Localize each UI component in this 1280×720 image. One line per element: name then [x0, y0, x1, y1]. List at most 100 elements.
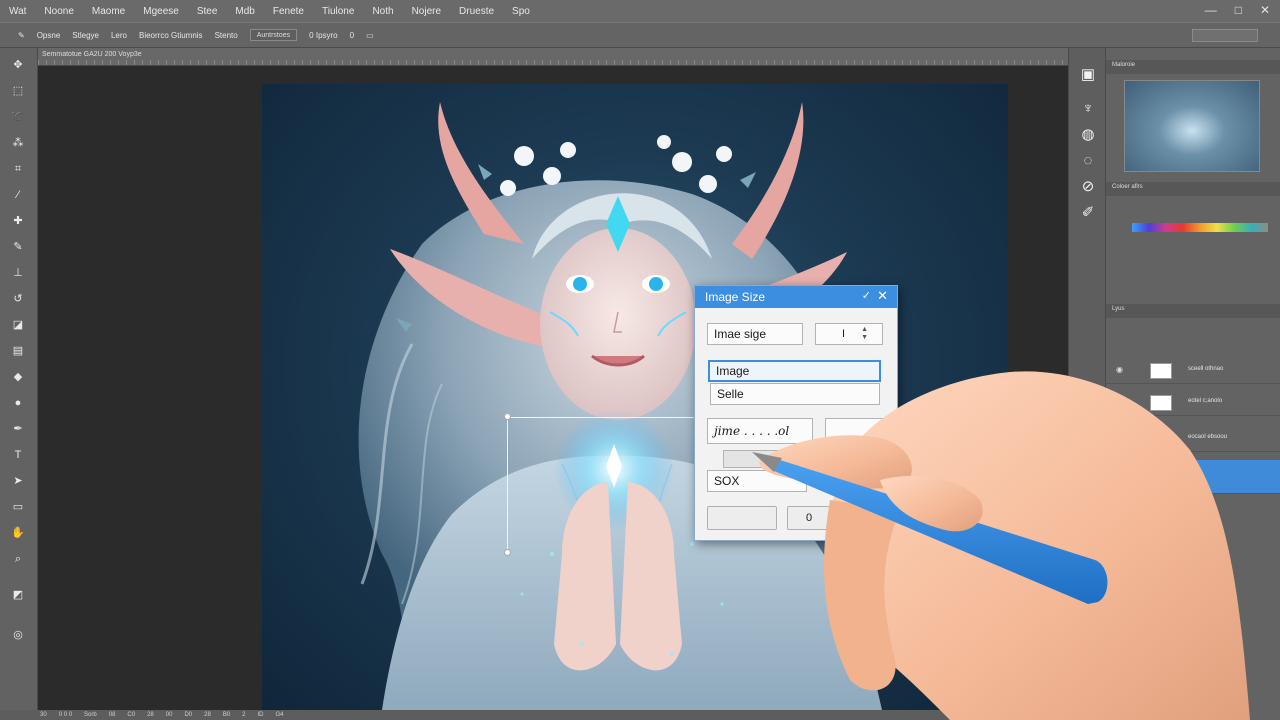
- menu-item-maome[interactable]: Maome: [83, 6, 134, 17]
- stepper-arrows-icon[interactable]: ▲ ▼: [861, 326, 868, 342]
- brush-settings-icon[interactable]: ✐: [1079, 204, 1097, 222]
- pen-icon[interactable]: ✒: [10, 422, 26, 436]
- blur-icon[interactable]: ◆: [10, 370, 26, 384]
- dialog-titlebar[interactable]: Image Size ✓ ✕: [695, 286, 897, 308]
- window-controls: — □ ✕: [1205, 3, 1270, 17]
- menu-item-mgeese[interactable]: Mgeese: [134, 6, 188, 17]
- brush-icon[interactable]: ✎: [10, 240, 26, 254]
- cancel-button[interactable]: [707, 506, 777, 530]
- marquee-icon[interactable]: ⬚: [10, 84, 26, 98]
- menu-item-fenete[interactable]: Fenete: [264, 6, 313, 17]
- horizontal-ruler: [38, 60, 1068, 65]
- path-select-icon[interactable]: ➤: [10, 474, 26, 488]
- options-bar: ✎ Opsne Stlegye Lero Bieorrco Gtiumnis S…: [0, 22, 1280, 48]
- options-value[interactable]: 0 Ipsyro: [309, 31, 337, 40]
- paths-icon[interactable]: ⊘: [1079, 178, 1097, 196]
- image-size-field[interactable]: Imae sige: [707, 323, 803, 345]
- stamp-icon[interactable]: ⊥: [10, 266, 26, 280]
- color-spectrum[interactable]: [1132, 223, 1268, 232]
- options-dropdown[interactable]: Auntrstoes: [249, 29, 298, 41]
- menu-item-nojere[interactable]: Nojere: [403, 6, 450, 17]
- visibility-eye-icon[interactable]: ◉: [1116, 365, 1123, 374]
- menu-bar: Wat Noone Maome Mgeese Stee Mdb Fenete T…: [0, 0, 1280, 22]
- layers-panel-header[interactable]: Lyus: [1106, 304, 1280, 318]
- layer-row[interactable]: ◉ eotel c;anolo: [1106, 390, 1280, 416]
- status-item: 2: [242, 712, 246, 718]
- close-button[interactable]: ✕: [1260, 3, 1270, 17]
- maximize-button[interactable]: □: [1235, 3, 1242, 17]
- navigator-panel-title: Maloroie: [1112, 62, 1136, 68]
- handwritten-field[interactable]: jime . . . . .ol: [707, 418, 813, 444]
- menu-item-mdb[interactable]: Mdb: [226, 6, 263, 17]
- status-item: 0 0 0: [58, 712, 73, 718]
- visibility-eye-icon[interactable]: ◉: [1116, 433, 1123, 442]
- navigator-panel-header[interactable]: Maloroie: [1106, 60, 1280, 74]
- menu-item-tiulone[interactable]: Tiulone: [313, 6, 363, 17]
- status-item: Sorb: [84, 712, 97, 718]
- healing-icon[interactable]: ✚: [10, 214, 26, 228]
- selle-field[interactable]: Selle: [710, 383, 880, 405]
- sox-field[interactable]: SOX: [707, 470, 807, 492]
- eyedropper-icon[interactable]: ⁄: [10, 188, 26, 202]
- swatch-icon[interactable]: ♆: [1079, 100, 1097, 118]
- eraser-icon[interactable]: ◪: [10, 318, 26, 332]
- slider-field[interactable]: [723, 450, 783, 468]
- magic-wand-icon[interactable]: ⁂: [10, 136, 26, 150]
- layer-name: eotel c;anolo: [1188, 398, 1223, 404]
- options-item[interactable]: Lero: [111, 31, 127, 40]
- menu-item-stee[interactable]: Stee: [188, 6, 227, 17]
- options-item[interactable]: Stlegye: [72, 31, 99, 40]
- options-item[interactable]: Stento: [215, 31, 238, 40]
- minimize-button[interactable]: —: [1205, 3, 1217, 17]
- zoom-icon[interactable]: ⌕: [10, 552, 26, 566]
- tools-panel: ✥ ⬚ ➰ ⁂ ⌗ ⁄ ✚ ✎ ⊥ ↺ ◪ ▤ ◆ ● ✒ T ➤ ▭ ✋ ⌕ …: [0, 48, 38, 720]
- menu-item-wat[interactable]: Wat: [0, 6, 35, 17]
- lasso-icon[interactable]: ➰: [10, 110, 26, 124]
- document-tab[interactable]: Semmatotue GA2U 200 Voyp3e: [42, 51, 142, 58]
- dodge-icon[interactable]: ●: [10, 396, 26, 410]
- history-brush-icon[interactable]: ↺: [10, 292, 26, 306]
- move-icon[interactable]: ✥: [10, 58, 26, 72]
- menu-item-spo[interactable]: Spo: [503, 6, 539, 17]
- color-panel-title: Coloer aflrs: [1112, 184, 1143, 190]
- menu-item-noth[interactable]: Noth: [363, 6, 402, 17]
- toggle-icon[interactable]: ▭: [366, 31, 374, 40]
- checkmark-icon[interactable]: ✓: [862, 289, 871, 302]
- quick-mask-icon[interactable]: ◎: [10, 628, 26, 642]
- size-stepper[interactable]: I ▲ ▼: [815, 323, 883, 345]
- image-field[interactable]: Image: [708, 360, 881, 382]
- ok-button[interactable]: 0: [787, 506, 831, 530]
- gradient-icon[interactable]: ▤: [10, 344, 26, 358]
- options-item[interactable]: Bieorrco Gtiumnis: [139, 31, 203, 40]
- shape-icon[interactable]: ▭: [10, 500, 26, 514]
- save-icon[interactable]: ▣: [1079, 66, 1097, 84]
- status-item: B0: [222, 712, 231, 718]
- menu-item-noone[interactable]: Noone: [35, 6, 82, 17]
- status-bar: 30 0 0 0 Sorb 08 C0 28 00 D0 28 B0 2 ID …: [0, 710, 1068, 720]
- navigator-preview[interactable]: [1124, 80, 1260, 172]
- transform-handle[interactable]: [504, 413, 511, 420]
- close-icon[interactable]: ✕: [877, 288, 888, 304]
- document-tab-strip: Semmatotue GA2U 200 Voyp3e: [38, 48, 1068, 66]
- transform-guide: [507, 417, 695, 418]
- color-panel-header[interactable]: Coloer aflrs: [1106, 182, 1280, 196]
- foreground-color-icon[interactable]: ◩: [10, 588, 26, 602]
- unit-field[interactable]: [825, 418, 885, 444]
- type-icon[interactable]: T: [10, 448, 26, 462]
- adjust-icon[interactable]: ◍: [1079, 126, 1097, 144]
- layer-row[interactable]: ◉ sceell othnao: [1106, 358, 1280, 384]
- crop-icon[interactable]: ⌗: [10, 162, 26, 176]
- history-icon[interactable]: ◌: [1079, 152, 1097, 170]
- layer-row-selected[interactable]: [1106, 460, 1280, 494]
- options-item[interactable]: Opsne: [37, 31, 61, 40]
- layer-row[interactable]: ◉ eocaol ebsoou: [1106, 426, 1280, 452]
- visibility-eye-icon[interactable]: ◉: [1116, 397, 1123, 406]
- transform-handle[interactable]: [504, 549, 511, 556]
- workspace-select[interactable]: [1192, 28, 1258, 42]
- menu-item-drueste[interactable]: Drueste: [450, 6, 503, 17]
- panel-icon-strip: ▣ ♆ ◍ ◌ ⊘ ✐: [1068, 48, 1106, 720]
- layers-panel-title: Lyus: [1112, 306, 1125, 312]
- tool-preset-icon[interactable]: ✎: [18, 31, 25, 40]
- hand-icon[interactable]: ✋: [10, 526, 26, 540]
- options-number[interactable]: 0: [350, 31, 354, 40]
